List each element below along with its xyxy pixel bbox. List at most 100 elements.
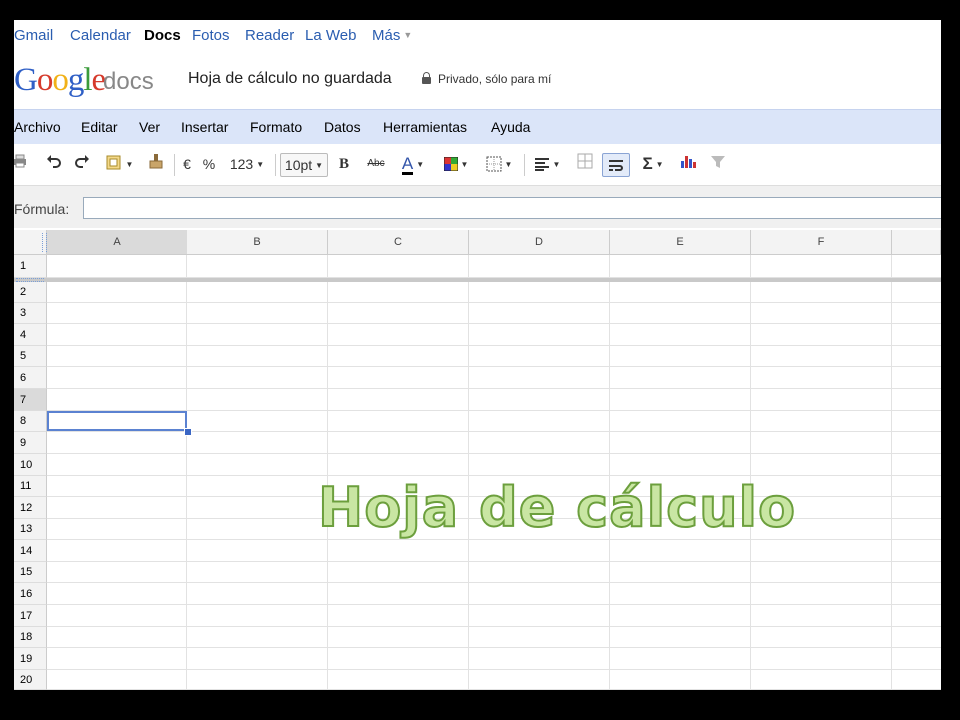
sharing-status[interactable]: Privado, sólo para mí bbox=[422, 72, 551, 86]
row-header-8[interactable]: 8 bbox=[14, 411, 47, 432]
document-title[interactable]: Hoja de cálculo no guardada bbox=[188, 70, 392, 88]
row-header-18[interactable]: 18 bbox=[14, 627, 47, 648]
row-header-13[interactable]: 13 bbox=[14, 519, 47, 540]
row-gridline bbox=[47, 689, 941, 690]
row-header-9[interactable]: 9 bbox=[14, 432, 47, 454]
chevron-down-icon: ▼ bbox=[403, 30, 413, 40]
row-gridline bbox=[47, 647, 941, 648]
selected-cell-a7[interactable] bbox=[47, 411, 187, 431]
undo-icon[interactable] bbox=[44, 153, 64, 175]
column-gridline bbox=[891, 255, 892, 690]
row-header-4[interactable]: 4 bbox=[14, 324, 47, 346]
row-header-14[interactable]: 14 bbox=[14, 540, 47, 562]
column-header-a[interactable]: A bbox=[47, 230, 188, 255]
row-header-7[interactable]: 7 bbox=[14, 389, 47, 411]
formula-input[interactable] bbox=[83, 197, 941, 219]
row-gridline bbox=[47, 366, 941, 367]
menu-insertar[interactable]: Insertar bbox=[181, 119, 228, 135]
row-header-20[interactable]: 20 bbox=[14, 670, 47, 690]
nav-la-web[interactable]: La Web bbox=[305, 27, 356, 44]
merge-icon[interactable] bbox=[575, 153, 595, 175]
row-gridline bbox=[47, 453, 941, 454]
column-gridline bbox=[750, 255, 751, 690]
currency-button[interactable]: € bbox=[180, 153, 194, 175]
chevron-down-icon: ▼ bbox=[552, 160, 561, 169]
freeze-rows-handle[interactable] bbox=[16, 278, 44, 282]
row-gridline bbox=[47, 669, 941, 670]
nav-fotos[interactable]: Fotos bbox=[192, 27, 230, 44]
percent-button[interactable]: % bbox=[202, 153, 216, 175]
row-header-6[interactable]: 6 bbox=[14, 367, 47, 389]
row-header-16[interactable]: 16 bbox=[14, 583, 47, 605]
menu-herramientas[interactable]: Herramientas bbox=[383, 119, 467, 135]
menu-editar[interactable]: Editar bbox=[81, 119, 118, 135]
column-header-d[interactable]: D bbox=[469, 230, 610, 255]
nav-gmail[interactable]: Gmail bbox=[14, 27, 53, 44]
menu-bar: Archivo Editar Ver Insertar Formato Dato… bbox=[14, 109, 941, 145]
font-size-dropdown[interactable]: 10pt ▼ bbox=[280, 153, 328, 177]
column-header-next[interactable] bbox=[892, 230, 941, 255]
paint-format-icon[interactable]: ▼ bbox=[102, 153, 136, 175]
row-header-12[interactable]: 12 bbox=[14, 497, 47, 519]
formatting-toolbar: ▼ € % 123 ▼ 10pt ▼ B Abc A ▼ ▼ ▼ ▼ Σ ▼ bbox=[14, 144, 941, 186]
chevron-down-icon: ▼ bbox=[125, 160, 134, 169]
align-button[interactable]: ▼ bbox=[530, 153, 564, 175]
row-header-5[interactable]: 5 bbox=[14, 346, 47, 367]
column-gridline bbox=[186, 255, 187, 690]
redo-icon[interactable] bbox=[72, 153, 92, 175]
select-all-corner[interactable] bbox=[14, 230, 47, 255]
fill-handle[interactable] bbox=[184, 428, 192, 436]
row-gridline bbox=[47, 561, 941, 562]
nav-reader[interactable]: Reader bbox=[245, 27, 294, 44]
spreadsheet-grid[interactable]: A B C D E F 1 2 3 4 5 6 7 8 9 10 11 12 13 14 15 16 17 18 19 20 bbox=[14, 230, 941, 690]
menu-datos[interactable]: Datos bbox=[324, 119, 361, 135]
filter-icon[interactable] bbox=[708, 153, 728, 175]
column-header-b[interactable]: B bbox=[187, 230, 328, 255]
row-gridline bbox=[47, 604, 941, 605]
nav-calendar[interactable]: Calendar bbox=[70, 27, 131, 44]
column-header-f[interactable]: F bbox=[751, 230, 892, 255]
menu-formato[interactable]: Formato bbox=[250, 119, 302, 135]
browser-viewport: Gmail Calendar Docs Fotos Reader La Web … bbox=[14, 20, 941, 690]
row-header-3[interactable]: 3 bbox=[14, 303, 47, 324]
chart-icon[interactable] bbox=[678, 153, 700, 175]
row-gridline bbox=[47, 388, 941, 389]
nav-docs[interactable]: Docs bbox=[144, 27, 181, 44]
column-header-e[interactable]: E bbox=[610, 230, 751, 255]
clear-format-icon[interactable] bbox=[146, 153, 166, 175]
print-icon[interactable] bbox=[14, 153, 30, 175]
font-size-label: 10pt bbox=[284, 157, 313, 173]
toolbar-separator bbox=[275, 154, 276, 176]
row-header-1[interactable]: 1 bbox=[14, 255, 47, 278]
formula-label: Fórmula: bbox=[14, 201, 70, 217]
column-header-c[interactable]: C bbox=[328, 230, 469, 255]
bold-button[interactable]: B bbox=[336, 153, 352, 175]
row-header-19[interactable]: 19 bbox=[14, 648, 47, 670]
row-header-2[interactable]: 2 bbox=[14, 282, 47, 303]
sum-icon: Σ bbox=[642, 154, 653, 173]
borders-icon bbox=[486, 156, 502, 172]
row-header-15[interactable]: 15 bbox=[14, 562, 47, 583]
freeze-rows-bar[interactable] bbox=[14, 278, 941, 282]
row-gridline bbox=[47, 323, 941, 324]
chevron-down-icon: ▼ bbox=[504, 160, 513, 169]
borders-button[interactable]: ▼ bbox=[482, 153, 516, 175]
row-gridline bbox=[47, 431, 941, 432]
row-header-11[interactable]: 11 bbox=[14, 476, 47, 497]
nav-mas[interactable]: Más ▼ bbox=[372, 27, 412, 44]
strikethrough-button[interactable]: Abc bbox=[364, 153, 388, 175]
formula-bar: Fórmula: bbox=[14, 186, 941, 228]
row-gridline bbox=[47, 302, 941, 303]
sum-button[interactable]: Σ ▼ bbox=[638, 153, 668, 175]
wrap-icon[interactable] bbox=[602, 153, 630, 177]
menu-archivo[interactable]: Archivo bbox=[14, 119, 61, 135]
text-color-button[interactable]: A ▼ bbox=[396, 153, 430, 175]
number-format-dropdown[interactable]: 123 ▼ bbox=[226, 153, 268, 175]
menu-ayuda[interactable]: Ayuda bbox=[491, 119, 530, 135]
row-header-10[interactable]: 10 bbox=[14, 454, 47, 476]
logo-letter: g bbox=[67, 62, 84, 98]
menu-ver[interactable]: Ver bbox=[139, 119, 160, 135]
fill-color-button[interactable]: ▼ bbox=[440, 153, 472, 175]
google-docs-logo[interactable]: Google docs bbox=[14, 62, 154, 102]
row-header-17[interactable]: 17 bbox=[14, 605, 47, 627]
